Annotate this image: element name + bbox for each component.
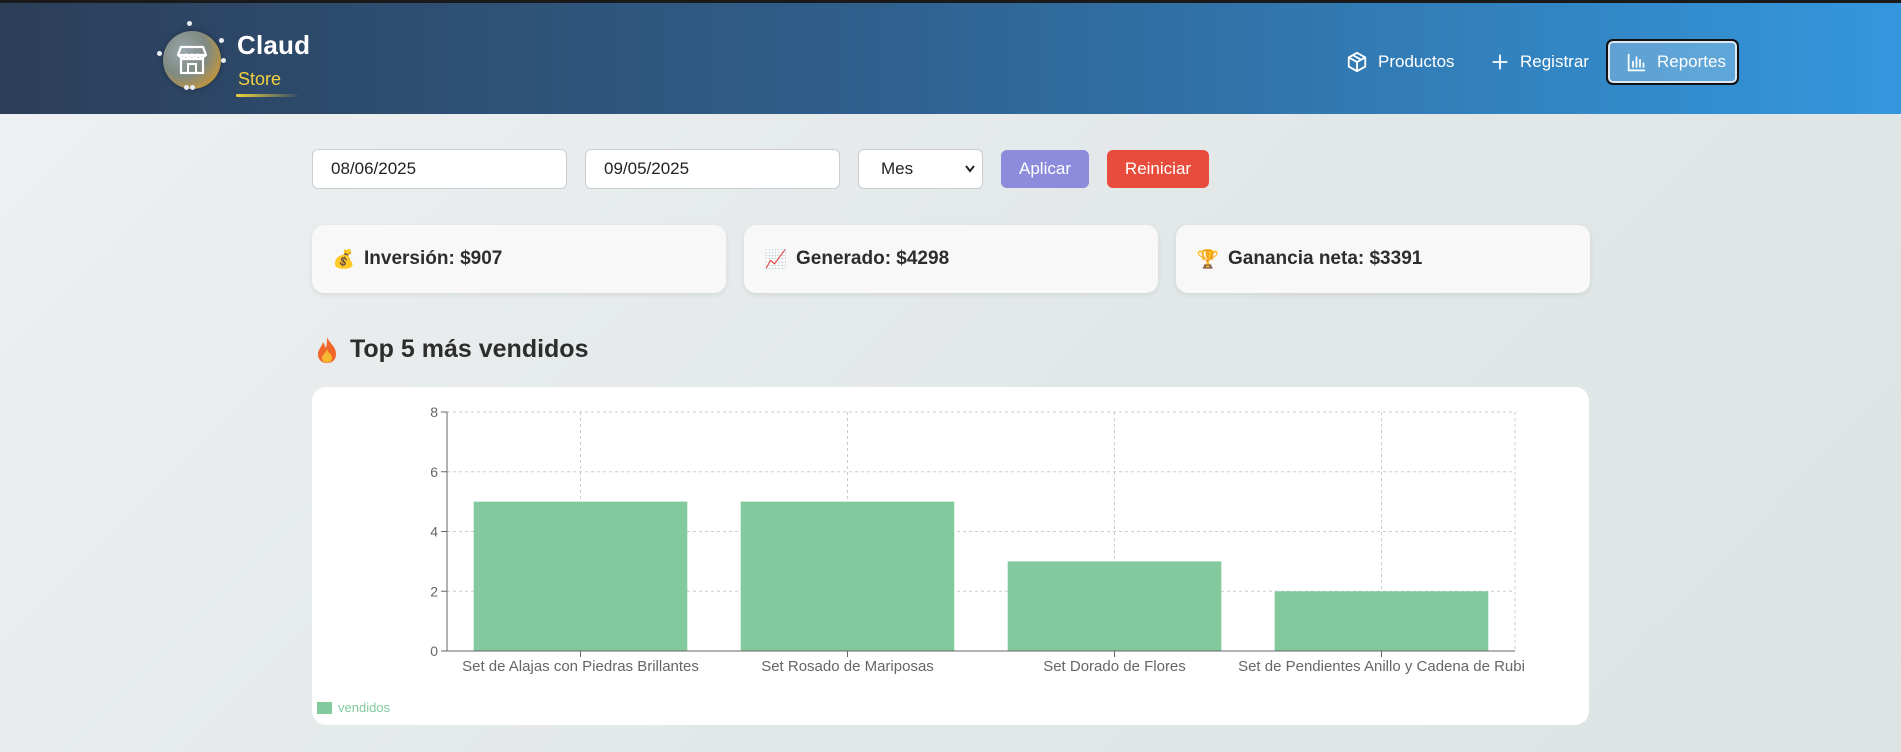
net-profit-card: 🏆 Ganancia neta: $3391 bbox=[1176, 225, 1590, 293]
x-tick-label: Set de Pendientes Anillo y Cadena de Rub… bbox=[1238, 658, 1525, 675]
period-select[interactable]: Mes bbox=[858, 149, 983, 189]
y-tick-label: 8 bbox=[430, 404, 438, 420]
apply-button[interactable]: Aplicar bbox=[1001, 150, 1089, 188]
brand-subtitle: Store bbox=[238, 69, 282, 89]
brand-underline bbox=[236, 94, 300, 97]
y-tick-label: 0 bbox=[430, 643, 438, 659]
logo-dot bbox=[190, 85, 195, 90]
logo-dot bbox=[184, 85, 189, 90]
start-date-input[interactable]: 08/06/2025 bbox=[312, 149, 567, 189]
chart-legend[interactable]: vendidos bbox=[317, 700, 390, 715]
logo-dot bbox=[157, 51, 162, 56]
y-tick-label: 2 bbox=[430, 583, 438, 599]
storefront-icon bbox=[176, 45, 208, 75]
bar-chart-icon bbox=[1627, 53, 1646, 71]
nav-productos-label: Productos bbox=[1378, 52, 1455, 71]
investment-text: Inversión: $907 bbox=[364, 248, 503, 269]
generated-text: Generado: $4298 bbox=[796, 248, 950, 269]
period-select-value: Mes bbox=[881, 159, 914, 178]
top-sellers-heading: Top 5 más vendidos bbox=[316, 335, 588, 364]
end-date-input[interactable]: 09/05/2025 bbox=[585, 149, 840, 189]
nav-reportes-label: Reportes bbox=[1657, 52, 1726, 71]
nav-productos[interactable]: Productos bbox=[1346, 41, 1455, 83]
nav-registrar-label: Registrar bbox=[1520, 52, 1589, 71]
plus-icon bbox=[1492, 54, 1508, 70]
reset-button[interactable]: Reiniciar bbox=[1107, 150, 1209, 188]
net-profit-text: Ganancia neta: $3391 bbox=[1228, 248, 1423, 269]
y-tick-label: 6 bbox=[430, 464, 438, 480]
investment-card: 💰 Inversión: $907 bbox=[312, 225, 726, 293]
chevron-down-icon bbox=[964, 150, 976, 203]
top-sellers-chart: 0 2 4 6 8 Set de Alajas con Piedras Brillante… bbox=[312, 387, 1589, 725]
generated-card: 📈 Generado: $4298 bbox=[744, 225, 1158, 293]
clipped-heading bbox=[312, 114, 442, 120]
x-tick-label: Set de Alajas con Piedras Brillantes bbox=[462, 658, 699, 675]
legend-label: vendidos bbox=[338, 700, 391, 715]
bar bbox=[740, 501, 955, 651]
x-tick-label: Set Dorado de Flores bbox=[1043, 658, 1186, 675]
nav-registrar[interactable]: Registrar bbox=[1490, 41, 1589, 83]
fire-icon bbox=[318, 336, 336, 363]
top-navbar: Claud Store Productos Registrar Reportes bbox=[0, 3, 1901, 114]
store-logo[interactable] bbox=[155, 21, 235, 93]
logo-dot bbox=[219, 38, 224, 43]
trophy-icon: 🏆 bbox=[1196, 248, 1220, 269]
legend-swatch bbox=[317, 701, 332, 714]
logo-dot bbox=[187, 21, 192, 26]
bar bbox=[1274, 591, 1489, 651]
box-icon bbox=[1347, 51, 1367, 73]
bar bbox=[1007, 561, 1222, 651]
logo-dot bbox=[221, 58, 226, 63]
bar-chart: 0 2 4 6 8 Set de Alajas con Piedras Brillante… bbox=[430, 404, 1525, 675]
bar bbox=[473, 501, 688, 651]
money-bag-icon: 💰 bbox=[332, 248, 356, 269]
x-tick-label: Set Rosado de Mariposas bbox=[761, 658, 934, 675]
y-tick-label: 4 bbox=[430, 524, 438, 540]
section-title-text: Top 5 más vendidos bbox=[350, 335, 589, 363]
brand-name: Claud bbox=[237, 30, 311, 60]
chart-increasing-icon: 📈 bbox=[764, 248, 788, 269]
nav-reportes[interactable]: Reportes bbox=[1606, 39, 1739, 85]
